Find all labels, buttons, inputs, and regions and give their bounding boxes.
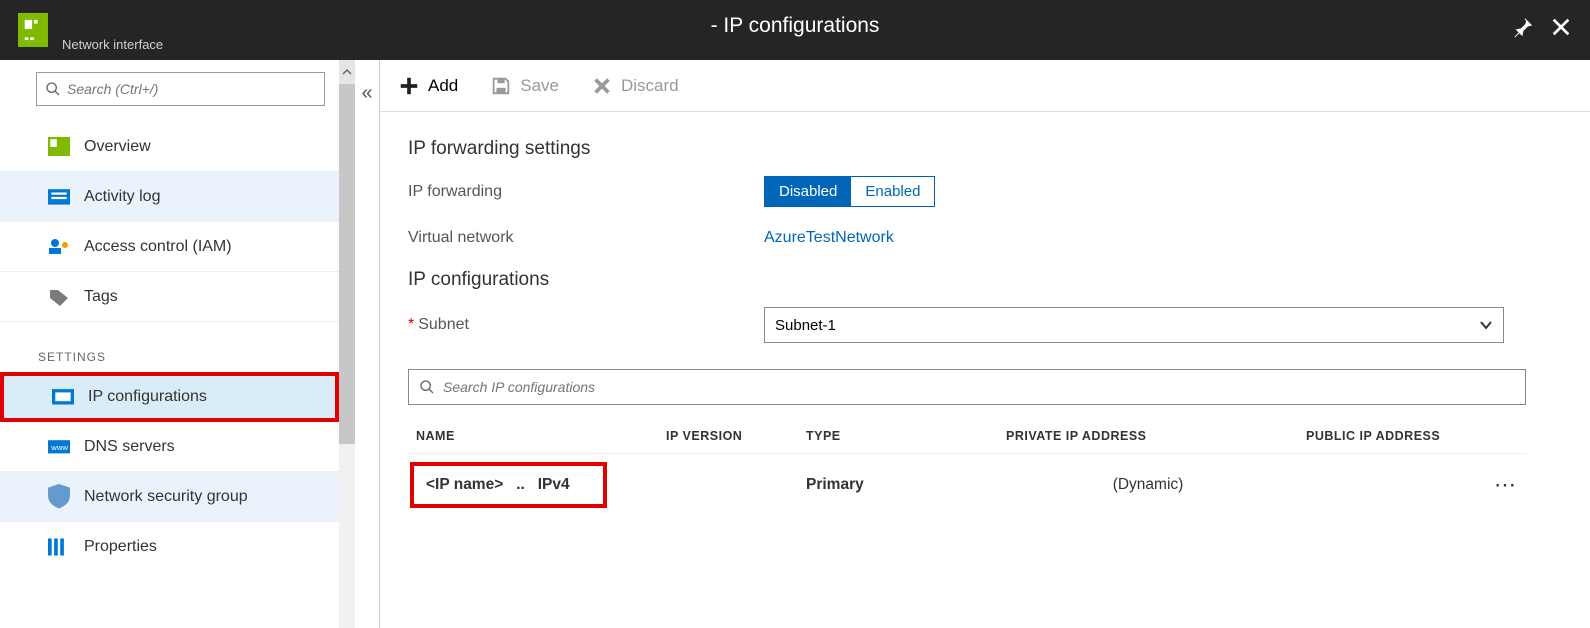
col-type[interactable]: TYPE: [798, 419, 998, 454]
sidebar-item-label: Overview: [84, 138, 151, 156]
subnet-value: Subnet-1: [775, 317, 836, 334]
sidebar-item-label: Access control (IAM): [84, 238, 232, 256]
scroll-up-icon[interactable]: [339, 60, 355, 84]
row-name-version-highlight: <IP name> .. IPv4: [410, 462, 607, 508]
save-button[interactable]: Save: [490, 75, 559, 97]
svg-text:www: www: [50, 443, 68, 452]
log-icon: [48, 188, 70, 206]
sidebar: Overview Activity log Access control (IA…: [0, 60, 380, 628]
discard-label: Discard: [621, 76, 679, 96]
sidebar-item-label: Activity log: [84, 188, 160, 206]
ipconfig-table: NAME IP VERSION TYPE PRIVATE IP ADDRESS …: [408, 419, 1526, 516]
ipconfig-icon: [52, 388, 74, 406]
section-ip-configurations: IP configurations: [408, 269, 1562, 291]
chevron-left-icon: «: [361, 82, 372, 628]
ipconfig-search[interactable]: [408, 369, 1526, 405]
sidebar-item-overview[interactable]: Overview: [0, 122, 339, 172]
add-label: Add: [428, 76, 458, 96]
toggle-enabled[interactable]: Enabled: [851, 177, 934, 206]
save-icon: [490, 75, 512, 97]
search-icon: [45, 81, 61, 97]
discard-icon: [591, 75, 613, 97]
sidebar-item-nsg[interactable]: Network security group: [0, 472, 339, 522]
search-icon: [419, 379, 435, 395]
sidebar-search[interactable]: [36, 72, 325, 106]
page-title: - IP configurations: [711, 14, 880, 38]
cell-public: [1298, 454, 1486, 517]
cell-private: (Dynamic): [998, 454, 1298, 517]
add-button[interactable]: Add: [398, 75, 458, 97]
title-bar: Network interface - IP configurations: [0, 0, 1590, 60]
col-version[interactable]: IP VERSION: [658, 419, 798, 454]
sidebar-item-iam[interactable]: Access control (IAM): [0, 222, 339, 272]
subnet-label: *Subnet: [408, 316, 764, 334]
shield-icon: [48, 488, 70, 506]
ipconfig-search-input[interactable]: [443, 379, 1515, 395]
pin-button[interactable]: [1512, 16, 1534, 43]
cell-name: <IP name>: [426, 476, 503, 493]
cell-type: Primary: [798, 454, 998, 517]
sidebar-item-label: DNS servers: [84, 438, 175, 456]
dns-icon: www: [48, 438, 70, 456]
sidebar-item-label: Properties: [84, 538, 157, 556]
sidebar-item-properties[interactable]: Properties: [0, 522, 339, 572]
scroll-thumb[interactable]: [339, 84, 355, 444]
close-button[interactable]: [1550, 16, 1572, 43]
sidebar-search-input[interactable]: [67, 81, 316, 97]
toggle-disabled[interactable]: Disabled: [765, 177, 851, 206]
col-name[interactable]: NAME: [408, 419, 658, 454]
sidebar-item-ip-configurations[interactable]: IP configurations: [0, 372, 339, 422]
col-public[interactable]: PUBLIC IP ADDRESS: [1298, 419, 1486, 454]
tag-icon: [48, 288, 70, 306]
main-panel: Add Save Discard IP forwarding settings …: [380, 60, 1590, 628]
sidebar-item-activity-log[interactable]: Activity log: [0, 172, 339, 222]
sidebar-scrollbar[interactable]: [339, 60, 355, 628]
header-subtitle: Network interface: [62, 37, 163, 52]
col-private[interactable]: PRIVATE IP ADDRESS: [998, 419, 1298, 454]
save-label: Save: [520, 76, 559, 96]
row-actions-button[interactable]: ⋯: [1486, 454, 1526, 517]
table-row[interactable]: <IP name> .. IPv4 Primary (Dynamic) ⋯: [408, 454, 1526, 517]
sidebar-item-tags[interactable]: Tags: [0, 272, 339, 322]
sidebar-item-label: Tags: [84, 288, 118, 306]
ip-forwarding-toggle[interactable]: Disabled Enabled: [764, 176, 935, 207]
sidebar-item-label: IP configurations: [88, 388, 207, 406]
discard-button[interactable]: Discard: [591, 75, 679, 97]
collapse-sidebar-button[interactable]: «: [355, 60, 379, 628]
vnet-link[interactable]: AzureTestNetwork: [764, 229, 894, 247]
sidebar-section-settings: SETTINGS: [0, 322, 339, 372]
sidebar-item-label: Network security group: [84, 488, 248, 506]
sidebar-item-dns-servers[interactable]: www DNS servers: [0, 422, 339, 472]
overview-icon: [48, 138, 70, 156]
plus-icon: [398, 75, 420, 97]
iam-icon: [48, 238, 70, 256]
cell-version: IPv4: [538, 476, 570, 493]
chevron-down-icon: [1479, 318, 1493, 332]
section-ip-forwarding: IP forwarding settings: [408, 138, 1562, 160]
command-bar: Add Save Discard: [380, 60, 1590, 112]
resource-icon: [18, 13, 48, 47]
properties-icon: [48, 538, 70, 556]
ip-forwarding-label: IP forwarding: [408, 183, 764, 201]
subnet-select[interactable]: Subnet-1: [764, 307, 1504, 343]
vnet-label: Virtual network: [408, 229, 764, 247]
